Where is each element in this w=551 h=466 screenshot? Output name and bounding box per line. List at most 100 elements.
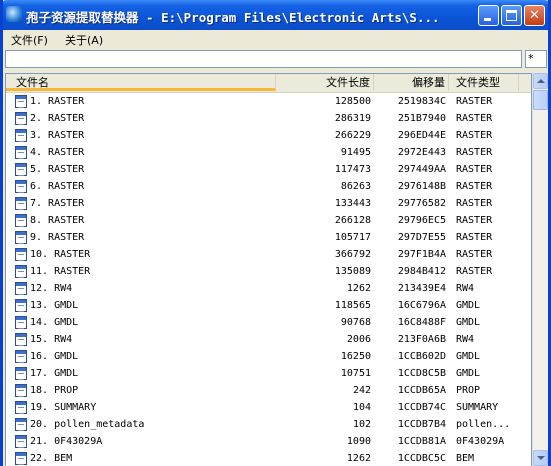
file-name-cell: 3. RASTER (30, 130, 85, 141)
app-icon (6, 6, 22, 22)
file-size-cell: 91495 (340, 147, 371, 158)
file-icon (15, 214, 27, 227)
menu-file[interactable]: 文件(F) (11, 32, 48, 48)
file-size-cell: 1262 (346, 283, 371, 294)
maximize-button[interactable] (501, 5, 522, 26)
table-row[interactable]: 17. GMDL 10751 1CCD8C5B GMDL (6, 365, 531, 382)
file-name-cell: 13. GMDL (30, 300, 79, 311)
scroll-up-button[interactable] (533, 73, 548, 89)
table-row[interactable]: 13. GMDL 118565 16C6796A GMDL (6, 297, 531, 314)
table-row[interactable]: 1. RASTER 128500 2519834C RASTER (6, 93, 531, 110)
close-icon: ✕ (529, 8, 540, 23)
close-button[interactable]: ✕ (524, 5, 545, 26)
table-row[interactable]: 18. PROP 242 1CCDB65A PROP (6, 382, 531, 399)
file-offset-cell: 2984B412 (397, 266, 446, 277)
file-icon (15, 350, 27, 363)
file-offset-cell: 213439E4 (397, 283, 446, 294)
file-icon (15, 265, 27, 278)
file-offset-cell: 16C6796A (397, 300, 446, 311)
table-row[interactable]: 15. RW4 2006 213F0A6B RW4 (6, 331, 531, 348)
file-icon (15, 112, 27, 125)
table-row[interactable]: 8. RASTER 266128 29796EC5 RASTER (6, 212, 531, 229)
table-row[interactable]: 11. RASTER 135089 2984B412 RASTER (6, 263, 531, 280)
file-size-cell: 104 (352, 402, 371, 413)
minimize-button[interactable] (478, 5, 499, 26)
path-row: * (3, 48, 548, 70)
file-offset-cell: 213F0A6B (397, 334, 446, 345)
file-type-cell: RASTER (456, 215, 493, 226)
column-header-type[interactable]: 文件类型 (449, 74, 519, 91)
file-name-cell: 4. RASTER (30, 147, 85, 158)
file-size-cell: 1090 (346, 436, 371, 447)
column-header-name[interactable]: 文件名 (6, 74, 276, 91)
table-row[interactable]: 4. RASTER 91495 2972E443 RASTER (6, 144, 531, 161)
file-type-cell: RASTER (456, 130, 493, 141)
file-offset-cell: 2519834C (397, 96, 446, 107)
file-type-cell: 0F43029A (456, 436, 505, 447)
scroll-down-button[interactable] (533, 450, 548, 466)
table-row[interactable]: 20. pollen_metadata 102 1CCDB7B4 pollen... (6, 416, 531, 433)
minimize-icon (484, 18, 491, 21)
table-row[interactable]: 3. RASTER 266229 296ED44E RASTER (6, 127, 531, 144)
file-size-cell: 117473 (334, 164, 371, 175)
table-row[interactable]: 2. RASTER 286319 251B7940 RASTER (6, 110, 531, 127)
table-row[interactable]: 10. RASTER 366792 297F1B4A RASTER (6, 246, 531, 263)
file-type-cell: RASTER (456, 198, 493, 209)
table-row[interactable]: 16. GMDL 16250 1CCB602D GMDL (6, 348, 531, 365)
file-offset-cell: 2972E443 (397, 147, 446, 158)
scroll-up-icon (537, 79, 545, 83)
file-size-cell: 86263 (340, 181, 371, 192)
file-size-cell: 128500 (334, 96, 371, 107)
file-offset-cell: 1CCB602D (397, 351, 446, 362)
column-header-offset[interactable]: 偏移量 (374, 74, 449, 91)
file-type-cell: RASTER (456, 96, 493, 107)
file-icon (15, 435, 27, 448)
table-row[interactable]: 22. BEM 1262 1CCDBC5C BEM (6, 450, 531, 466)
file-name-cell: 20. pollen_metadata (30, 419, 145, 430)
file-icon (15, 282, 27, 295)
table-row[interactable]: 12. RW4 1262 213439E4 RW4 (6, 280, 531, 297)
column-header-size[interactable]: 文件长度 (276, 74, 374, 91)
file-offset-cell: 1CCD8C5B (397, 368, 446, 379)
file-type-cell: RASTER (456, 266, 493, 277)
table-row[interactable]: 14. GMDL 90768 16C8488F GMDL (6, 314, 531, 331)
file-name-cell: 7. RASTER (30, 198, 85, 209)
list-header: 文件名 文件长度 偏移量 文件类型 (6, 74, 531, 93)
menu-about[interactable]: 关于(A) (65, 32, 103, 48)
table-row[interactable]: 6. RASTER 86263 2976148B RASTER (6, 178, 531, 195)
title-bar[interactable]: 孢子资源提取替换器 - E:\Program Files\Electronic … (3, 0, 548, 30)
file-name-cell: 2. RASTER (30, 113, 85, 124)
file-list[interactable]: 文件名 文件长度 偏移量 文件类型 1. RASTER 128500 2519834… (5, 73, 532, 466)
file-name-cell: 10. RASTER (30, 249, 91, 260)
file-type-cell: RW4 (456, 283, 475, 294)
file-type-cell: RASTER (456, 164, 493, 175)
file-size-cell: 90768 (340, 317, 371, 328)
file-size-cell: 135089 (334, 266, 371, 277)
file-icon (15, 248, 27, 261)
table-row[interactable]: 21. 0F43029A 1090 1CCDB81A 0F43029A (6, 433, 531, 450)
file-offset-cell: 297D7E55 (397, 232, 446, 243)
vertical-scrollbar[interactable] (532, 73, 548, 466)
file-offset-cell: 297449AA (397, 164, 446, 175)
file-icon (15, 418, 27, 431)
file-type-cell: SUMMARY (456, 402, 499, 413)
table-row[interactable]: 5. RASTER 117473 297449AA RASTER (6, 161, 531, 178)
table-row[interactable]: 7. RASTER 133443 29776582 RASTER (6, 195, 531, 212)
file-icon (15, 299, 27, 312)
file-size-cell: 286319 (334, 113, 371, 124)
file-size-cell: 16250 (340, 351, 371, 362)
scroll-thumb[interactable] (533, 90, 548, 110)
file-size-cell: 2006 (346, 334, 371, 345)
table-row[interactable]: 9. RASTER 105717 297D7E55 RASTER (6, 229, 531, 246)
file-icon (15, 146, 27, 159)
file-icon (15, 401, 27, 414)
file-name-cell: 5. RASTER (30, 164, 85, 175)
filter-input[interactable]: * (525, 50, 547, 68)
menu-bar: 文件(F) 关于(A) (3, 30, 548, 48)
file-name-cell: 11. RASTER (30, 266, 91, 277)
table-row[interactable]: 19. SUMMARY 104 1CCDB74C SUMMARY (6, 399, 531, 416)
file-name-cell: 17. GMDL (30, 368, 79, 379)
file-offset-cell: 29776582 (397, 198, 446, 209)
path-input[interactable] (5, 50, 522, 68)
file-offset-cell: 16C8488F (397, 317, 446, 328)
